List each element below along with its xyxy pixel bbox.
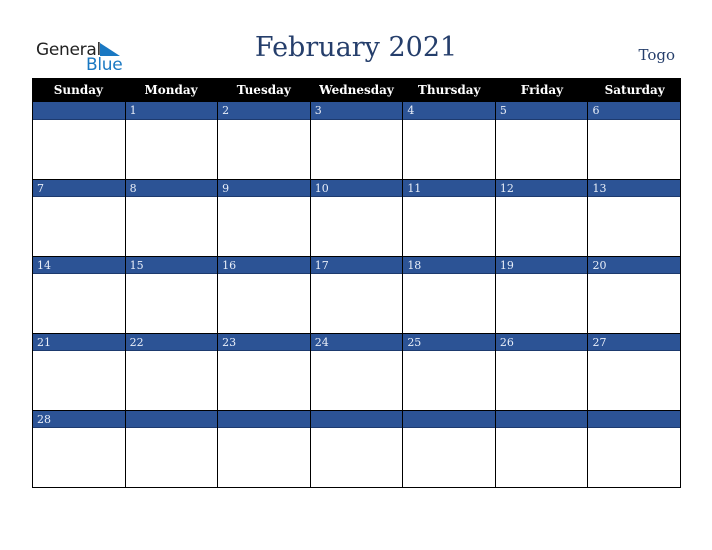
- week-row: 21 22 23 24 25 26 27: [32, 333, 682, 410]
- day-cell[interactable]: 2: [218, 102, 311, 179]
- country-label: Togo: [638, 46, 675, 64]
- day-cell[interactable]: 3: [310, 102, 404, 179]
- day-number: [218, 410, 310, 428]
- weekday-monday: Monday: [144, 83, 198, 97]
- day-cell[interactable]: [218, 410, 311, 487]
- day-cell[interactable]: 12: [495, 179, 589, 256]
- day-number: [495, 410, 588, 428]
- weekday-header-row: Sunday Monday Tuesday Wednesday Thursday…: [32, 78, 681, 102]
- day-number: 9: [218, 179, 310, 197]
- week-row: 7 8 9 10 11 12 13: [32, 179, 682, 256]
- day-number: 22: [125, 333, 218, 351]
- day-number: 19: [495, 256, 588, 274]
- day-cell[interactable]: 16: [218, 256, 311, 333]
- day-cell[interactable]: 28: [33, 410, 126, 487]
- day-cell[interactable]: 27: [588, 333, 682, 410]
- day-cell[interactable]: [125, 410, 219, 487]
- day-number: 25: [403, 333, 495, 351]
- week-row: 14 15 16 17 18 19 20: [32, 256, 682, 333]
- calendar-title: February 2021: [254, 32, 458, 63]
- day-cell[interactable]: 7: [33, 179, 126, 256]
- day-number: 8: [125, 179, 218, 197]
- day-cell[interactable]: [310, 410, 404, 487]
- weekday-wednesday: Wednesday: [319, 83, 394, 97]
- day-cell[interactable]: 21: [33, 333, 126, 410]
- day-number: [33, 102, 125, 120]
- week-row: 28: [32, 410, 682, 488]
- day-cell[interactable]: 24: [310, 333, 404, 410]
- day-number: 23: [218, 333, 310, 351]
- day-cell[interactable]: [403, 410, 496, 487]
- day-cell[interactable]: 15: [125, 256, 219, 333]
- day-cell[interactable]: 1: [125, 102, 219, 179]
- day-number: 14: [33, 256, 125, 274]
- day-number: 28: [33, 410, 125, 428]
- day-number: 13: [588, 179, 681, 197]
- day-cell[interactable]: 18: [403, 256, 496, 333]
- day-cell[interactable]: [495, 410, 589, 487]
- day-number: 15: [125, 256, 218, 274]
- day-cell[interactable]: [33, 102, 126, 179]
- day-number: 12: [495, 179, 588, 197]
- day-cell[interactable]: 26: [495, 333, 589, 410]
- day-number: 7: [33, 179, 125, 197]
- day-number: 27: [588, 333, 681, 351]
- day-cell[interactable]: 17: [310, 256, 404, 333]
- weekday-saturday: Saturday: [604, 83, 665, 97]
- day-cell[interactable]: 8: [125, 179, 219, 256]
- day-number: [310, 410, 403, 428]
- day-cell[interactable]: 4: [403, 102, 496, 179]
- day-cell[interactable]: 6: [588, 102, 682, 179]
- day-number: 3: [310, 102, 403, 120]
- day-cell[interactable]: 10: [310, 179, 404, 256]
- weekday-sunday: Sunday: [53, 83, 103, 97]
- day-number: [403, 410, 495, 428]
- weekday-thursday: Thursday: [417, 83, 481, 97]
- day-cell[interactable]: 23: [218, 333, 311, 410]
- day-cell[interactable]: 20: [588, 256, 682, 333]
- day-cell[interactable]: 13: [588, 179, 682, 256]
- day-cell[interactable]: 19: [495, 256, 589, 333]
- day-cell[interactable]: 14: [33, 256, 126, 333]
- day-cell[interactable]: 11: [403, 179, 496, 256]
- day-cell[interactable]: 5: [495, 102, 589, 179]
- day-number: 6: [588, 102, 681, 120]
- day-number: 24: [310, 333, 403, 351]
- calendar-grid: Sunday Monday Tuesday Wednesday Thursday…: [32, 78, 682, 488]
- day-number: 26: [495, 333, 588, 351]
- day-number: 21: [33, 333, 125, 351]
- week-row: 123456: [32, 102, 682, 179]
- day-number: 1: [125, 102, 218, 120]
- day-number: 20: [588, 256, 681, 274]
- day-number: [588, 410, 681, 428]
- day-number: 16: [218, 256, 310, 274]
- day-cell[interactable]: 9: [218, 179, 311, 256]
- day-number: 2: [218, 102, 310, 120]
- day-number: 4: [403, 102, 495, 120]
- day-number: 18: [403, 256, 495, 274]
- weekday-tuesday: Tuesday: [236, 83, 291, 97]
- weekday-friday: Friday: [520, 83, 564, 97]
- day-number: 5: [495, 102, 588, 120]
- day-cell[interactable]: 22: [125, 333, 219, 410]
- day-number: [125, 410, 218, 428]
- day-number: 10: [310, 179, 403, 197]
- day-number: 11: [403, 179, 495, 197]
- day-cell[interactable]: 25: [403, 333, 496, 410]
- day-number: 17: [310, 256, 403, 274]
- day-cell[interactable]: [588, 410, 682, 487]
